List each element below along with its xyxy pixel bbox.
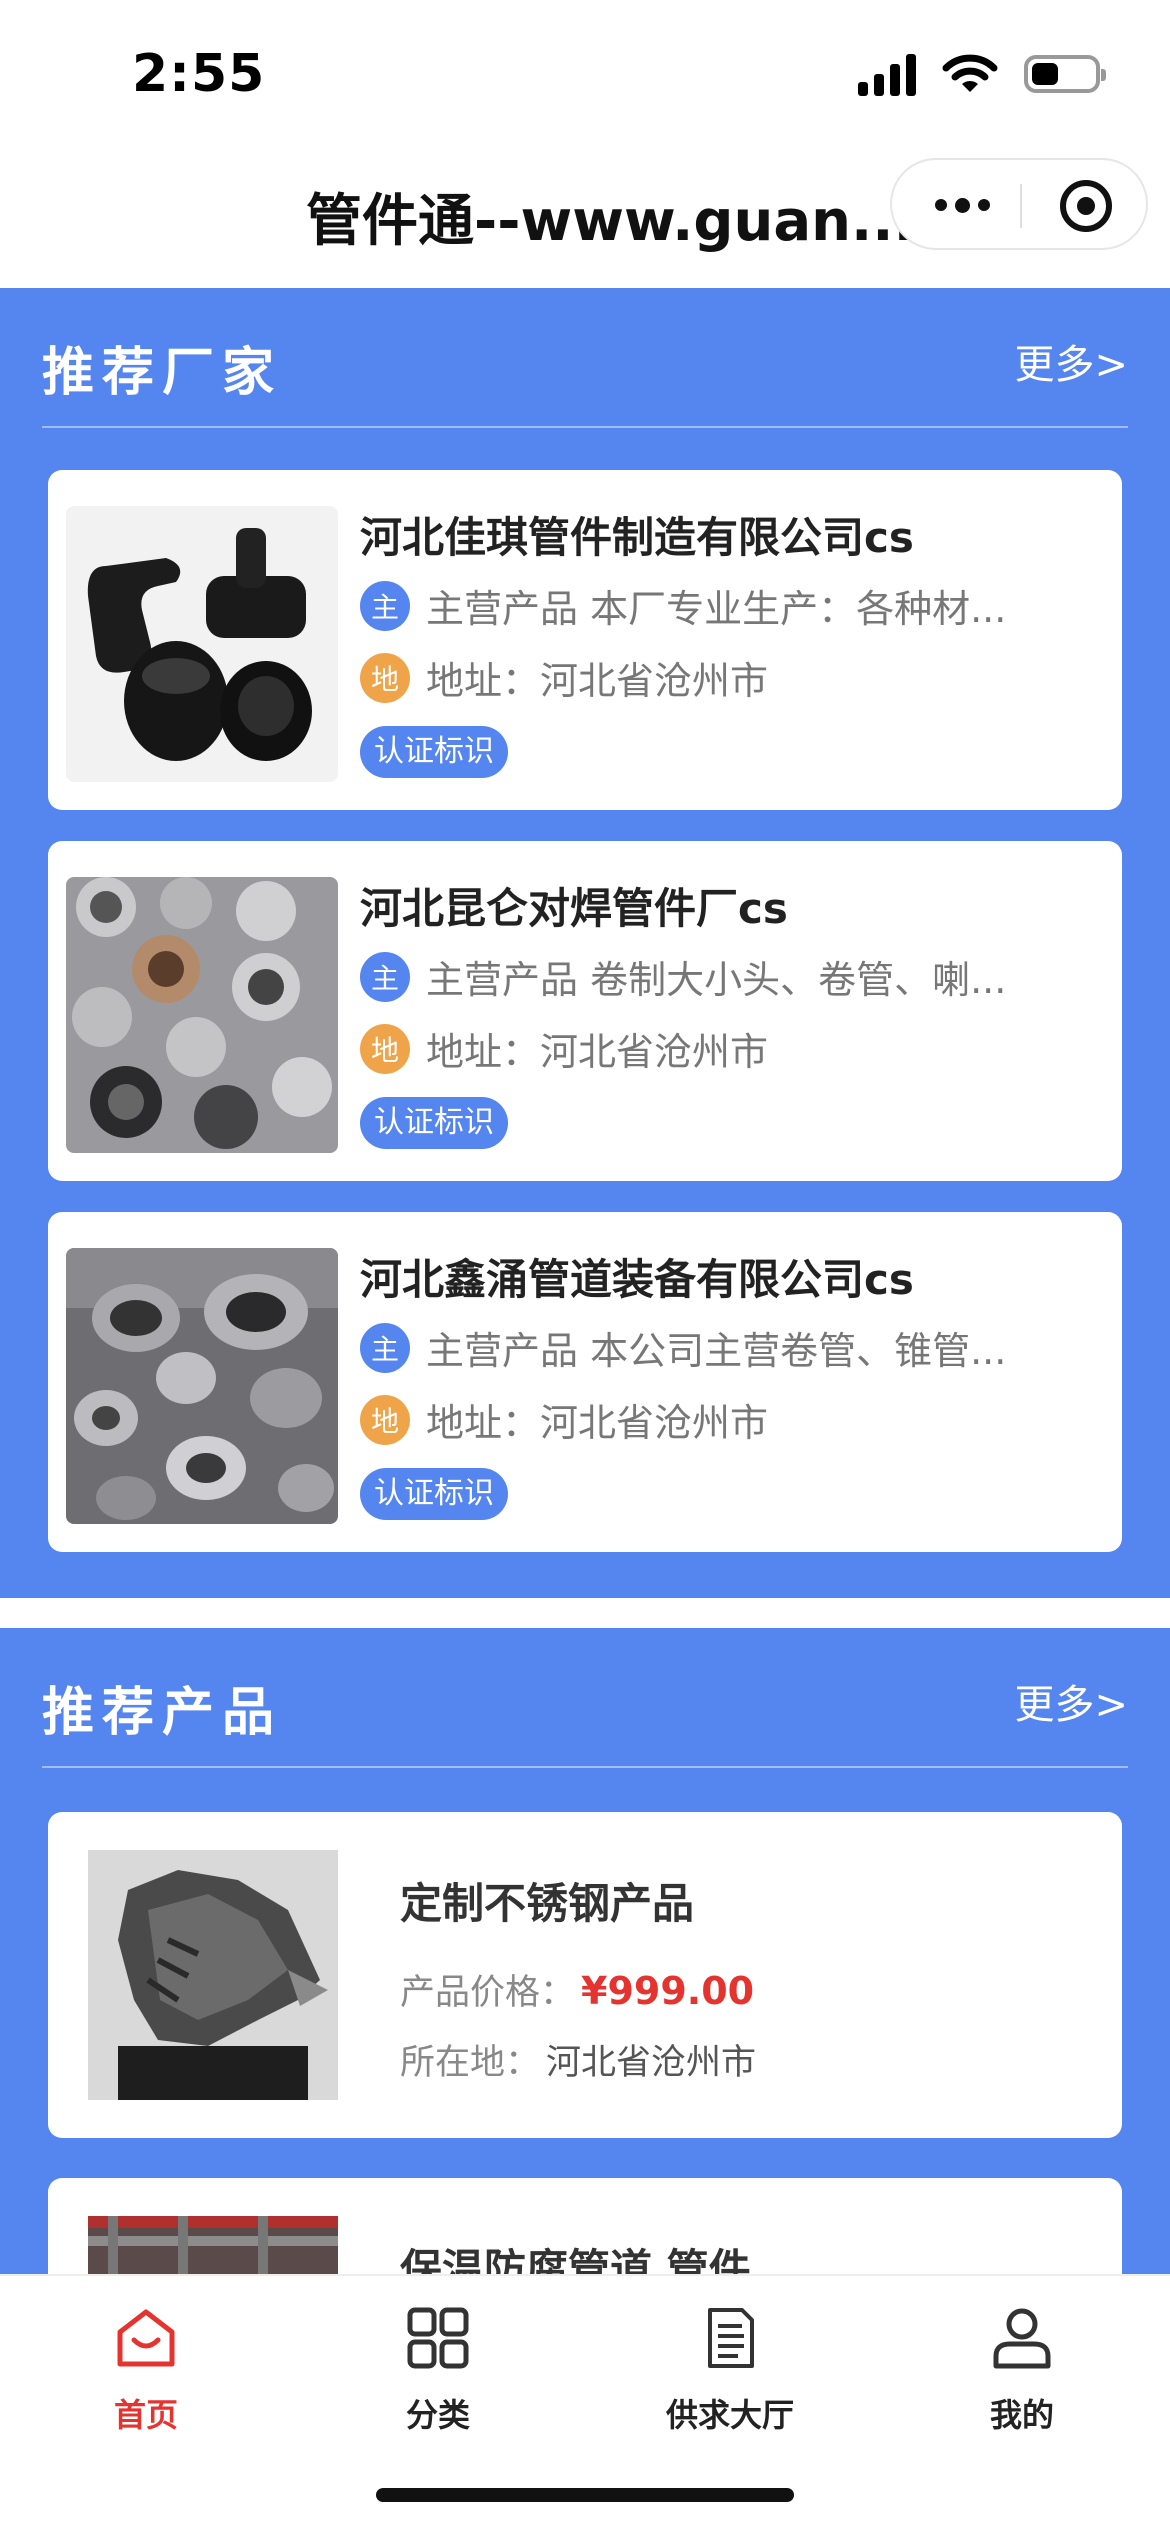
nav-bar: 管件通--www.guan...	[0, 140, 1170, 288]
battery-icon	[1024, 55, 1106, 93]
tab-label: 我的	[989, 2396, 1054, 2434]
document-icon	[708, 2308, 754, 2368]
home-icon	[117, 2309, 175, 2367]
tab-supply-demand[interactable]: 供求大厅	[630, 2306, 830, 2436]
close-target-icon[interactable]	[1060, 180, 1112, 232]
tab-mine[interactable]: 我的	[922, 2306, 1122, 2436]
vendor-name: 河北昆仑对焊管件厂cs	[360, 884, 788, 933]
vendor-thumbnail	[66, 877, 338, 1153]
price-value: ¥999.00	[581, 1969, 755, 2013]
product-thumbnail	[88, 1850, 338, 2100]
price-label: 产品价格：	[400, 1973, 576, 2013]
vendor-thumbnail	[66, 506, 338, 782]
vendor-card[interactable]: 河北昆仑对焊管件厂cs 主 主营产品 卷制大小头、卷管、喇... 地 地址：河北…	[48, 841, 1122, 1181]
main-products-tag: 主	[360, 580, 410, 631]
products-more-link[interactable]: 更多>	[1014, 1672, 1128, 1730]
vendor-address-row: 地 地址：河北省沧州市	[360, 650, 1100, 705]
section-title: 推荐产品	[42, 1683, 283, 1743]
product-location-row: 所在地： 河北省沧州市	[400, 2034, 756, 2085]
capsule-divider	[1020, 184, 1022, 228]
vendor-address: 地址：河北省沧州市	[426, 659, 769, 703]
section-title: 推荐厂家	[42, 343, 283, 403]
main-products-tag: 主	[360, 1322, 410, 1373]
vendor-address: 地址：河北省沧州市	[426, 1030, 769, 1074]
vendor-main-products: 主营产品 本厂专业生产：各种材...	[426, 587, 1007, 631]
certification-badge: 认证标识	[360, 726, 508, 778]
mini-program-capsule	[890, 158, 1148, 250]
more-options-icon[interactable]	[932, 182, 992, 228]
vendor-card[interactable]: 河北佳琪管件制造有限公司cs 主 主营产品 本厂专业生产：各种材... 地 地址…	[48, 470, 1122, 810]
home-indicator	[376, 2488, 794, 2502]
location-label: 所在地：	[400, 2043, 541, 2083]
page-title: 管件通--www.guan...	[306, 189, 915, 254]
vendor-main-products: 主营产品 本公司主营卷管、锥管...	[426, 1329, 1007, 1373]
recommended-products-section: 推荐产品 更多> 定制不锈钢产品 产品价格： ¥999.00 所在地： 河北省沧州市	[0, 1628, 1170, 2504]
certification-badge: 认证标识	[360, 1468, 508, 1520]
address-tag: 地	[360, 652, 410, 703]
tab-label: 首页	[113, 2396, 178, 2434]
tab-category[interactable]: 分类	[338, 2306, 538, 2436]
product-name: 定制不锈钢产品	[400, 1879, 695, 1928]
vendor-name: 河北鑫涌管道装备有限公司cs	[360, 1255, 914, 1304]
vendor-card[interactable]: 河北鑫涌管道装备有限公司cs 主 主营产品 本公司主营卷管、锥管... 地 地址…	[48, 1212, 1122, 1552]
recommended-vendors-section: 推荐厂家 更多> 河北佳琪管件制造有限公司cs 主 主营产品 本厂专业生产：各种…	[0, 288, 1170, 1598]
product-card[interactable]: 定制不锈钢产品 产品价格： ¥999.00 所在地： 河北省沧州市	[48, 1812, 1122, 2138]
vendor-main-products-row: 主 主营产品 本公司主营卷管、锥管...	[360, 1320, 1100, 1375]
vendor-address: 地址：河北省沧州市	[426, 1401, 769, 1445]
user-icon	[993, 2308, 1051, 2369]
main-products-tag: 主	[360, 951, 410, 1002]
status-bar: 2:55	[0, 0, 1170, 140]
status-time: 2:55	[132, 44, 266, 104]
address-tag: 地	[360, 1394, 410, 1445]
vendor-thumbnail	[66, 1248, 338, 1524]
tab-label: 供求大厅	[665, 2396, 794, 2434]
wifi-icon	[942, 54, 998, 92]
tab-home[interactable]: 首页	[46, 2306, 246, 2436]
section-header: 推荐产品 更多>	[42, 1628, 1128, 1768]
vendor-main-products-row: 主 主营产品 本厂专业生产：各种材...	[360, 578, 1100, 633]
certification-badge: 认证标识	[360, 1097, 508, 1149]
grid-icon	[407, 2307, 469, 2369]
vendor-address-row: 地 地址：河北省沧州市	[360, 1021, 1100, 1076]
product-price-row: 产品价格： ¥999.00	[400, 1964, 754, 2015]
vendors-more-link[interactable]: 更多>	[1014, 332, 1128, 390]
address-tag: 地	[360, 1023, 410, 1074]
vendor-main-products-row: 主 主营产品 卷制大小头、卷管、喇...	[360, 949, 1100, 1004]
status-icons	[858, 52, 1106, 96]
tab-label: 分类	[405, 2396, 470, 2434]
cellular-signal-icon	[858, 52, 916, 96]
vendor-name: 河北佳琪管件制造有限公司cs	[360, 513, 914, 562]
location-value: 河北省沧州市	[546, 2043, 757, 2083]
vendor-address-row: 地 地址：河北省沧州市	[360, 1392, 1100, 1447]
vendor-main-products: 主营产品 卷制大小头、卷管、喇...	[426, 958, 1007, 1002]
section-header: 推荐厂家 更多>	[42, 288, 1128, 428]
